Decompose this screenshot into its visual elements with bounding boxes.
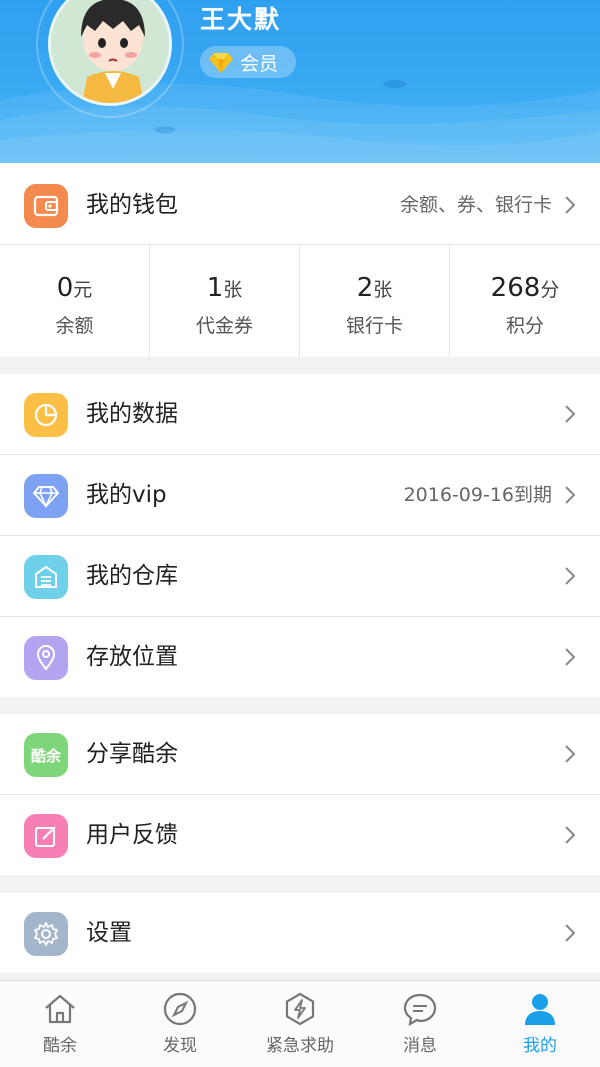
menu-label: 我的vip bbox=[86, 482, 167, 508]
wallet-stats: 0元 余额 1张 代金券 2张 银行卡 268分 积分 bbox=[0, 245, 600, 357]
stat-name: 余额 bbox=[55, 315, 94, 337]
tab-label: 我的 bbox=[523, 1036, 557, 1056]
tab-home[interactable]: 酷余 bbox=[0, 981, 120, 1067]
chevron-right-icon bbox=[565, 745, 576, 763]
tab-label: 消息 bbox=[403, 1036, 437, 1056]
chevron-right-icon bbox=[565, 648, 576, 666]
location-pin-icon bbox=[24, 636, 68, 680]
edit-icon bbox=[24, 814, 68, 858]
share-icon: 酷余 bbox=[24, 733, 68, 777]
menu-label: 我的仓库 bbox=[86, 563, 178, 589]
chevron-right-icon bbox=[565, 826, 576, 844]
gear-icon bbox=[24, 912, 68, 956]
chevron-right-icon bbox=[565, 405, 576, 423]
stat-vouchers[interactable]: 1张 代金券 bbox=[150, 245, 300, 357]
stat-unit: 张 bbox=[373, 279, 393, 301]
menu-section-social: 酷余 分享酷余 用户反馈 bbox=[0, 714, 600, 875]
chevron-right-icon bbox=[565, 486, 576, 504]
wallet-row[interactable]: 我的钱包 余额、券、银行卡 bbox=[0, 165, 600, 245]
member-badge[interactable]: 会员 bbox=[200, 46, 296, 78]
pie-chart-icon bbox=[24, 393, 68, 437]
stat-unit: 元 bbox=[73, 279, 93, 301]
wallet-label: 我的钱包 bbox=[86, 192, 178, 218]
home-icon bbox=[45, 994, 75, 1024]
diamond-icon bbox=[24, 474, 68, 518]
compass-icon bbox=[163, 992, 197, 1026]
stat-value: 0 bbox=[56, 273, 74, 303]
menu-section-settings: 设置 bbox=[0, 893, 600, 973]
wallet-extra: 余额、券、银行卡 bbox=[399, 194, 552, 216]
bottom-tab-bar: 酷余 发现 紧急求助 消息 我的 bbox=[0, 980, 600, 1067]
stat-value: 2 bbox=[356, 273, 374, 303]
menu-item-share[interactable]: 酷余 分享酷余 bbox=[0, 714, 600, 794]
member-label: 会员 bbox=[240, 52, 279, 75]
chevron-right-icon bbox=[565, 196, 576, 214]
emergency-icon bbox=[285, 992, 315, 1026]
vip-expiry: 2016-09-16到期 bbox=[403, 484, 552, 506]
menu-item-feedback[interactable]: 用户反馈 bbox=[0, 795, 600, 875]
share-icon-text: 酷余 bbox=[30, 746, 61, 765]
stat-unit: 张 bbox=[223, 279, 243, 301]
menu-item-my-data[interactable]: 我的数据 bbox=[0, 374, 600, 454]
menu-item-my-warehouse[interactable]: 我的仓库 bbox=[0, 536, 600, 616]
stat-name: 代金券 bbox=[195, 315, 253, 337]
stat-balance[interactable]: 0元 余额 bbox=[0, 245, 150, 357]
profile-header: 王大默 会员 bbox=[0, 0, 600, 163]
warehouse-icon bbox=[24, 555, 68, 599]
stat-name: 银行卡 bbox=[345, 315, 403, 337]
tab-label: 发现 bbox=[163, 1036, 197, 1056]
menu-item-settings[interactable]: 设置 bbox=[0, 893, 600, 973]
username: 王大默 bbox=[200, 5, 282, 34]
menu-label: 分享酷余 bbox=[86, 741, 178, 767]
tab-mine[interactable]: 我的 bbox=[480, 981, 600, 1067]
tab-label: 酷余 bbox=[43, 1036, 77, 1056]
chevron-right-icon bbox=[565, 567, 576, 585]
menu-label: 存放位置 bbox=[86, 644, 178, 670]
menu-section-main: 我的数据 我的vip 2016-09-16到期 我的仓库 存放位置 bbox=[0, 374, 600, 697]
diamond-icon bbox=[209, 53, 233, 73]
menu-item-storage-location[interactable]: 存放位置 bbox=[0, 617, 600, 697]
menu-label: 用户反馈 bbox=[86, 822, 178, 848]
stat-value: 1 bbox=[206, 273, 224, 303]
wallet-icon bbox=[24, 184, 68, 228]
menu-label: 我的数据 bbox=[86, 401, 178, 427]
stat-points[interactable]: 268分 积分 bbox=[450, 245, 600, 357]
menu-item-my-vip[interactable]: 我的vip 2016-09-16到期 bbox=[0, 455, 600, 535]
tab-discover[interactable]: 发现 bbox=[120, 981, 240, 1067]
chat-bubble-icon bbox=[403, 993, 437, 1027]
stat-name: 积分 bbox=[505, 315, 544, 337]
chevron-right-icon bbox=[565, 924, 576, 942]
user-icon bbox=[525, 994, 555, 1025]
menu-label: 设置 bbox=[86, 920, 132, 946]
stat-bank-cards[interactable]: 2张 银行卡 bbox=[300, 245, 450, 357]
tab-emergency[interactable]: 紧急求助 bbox=[240, 981, 360, 1067]
stat-unit: 分 bbox=[540, 279, 560, 301]
tab-label: 紧急求助 bbox=[266, 1036, 334, 1056]
tab-messages[interactable]: 消息 bbox=[360, 981, 480, 1067]
stat-value: 268 bbox=[490, 273, 541, 303]
